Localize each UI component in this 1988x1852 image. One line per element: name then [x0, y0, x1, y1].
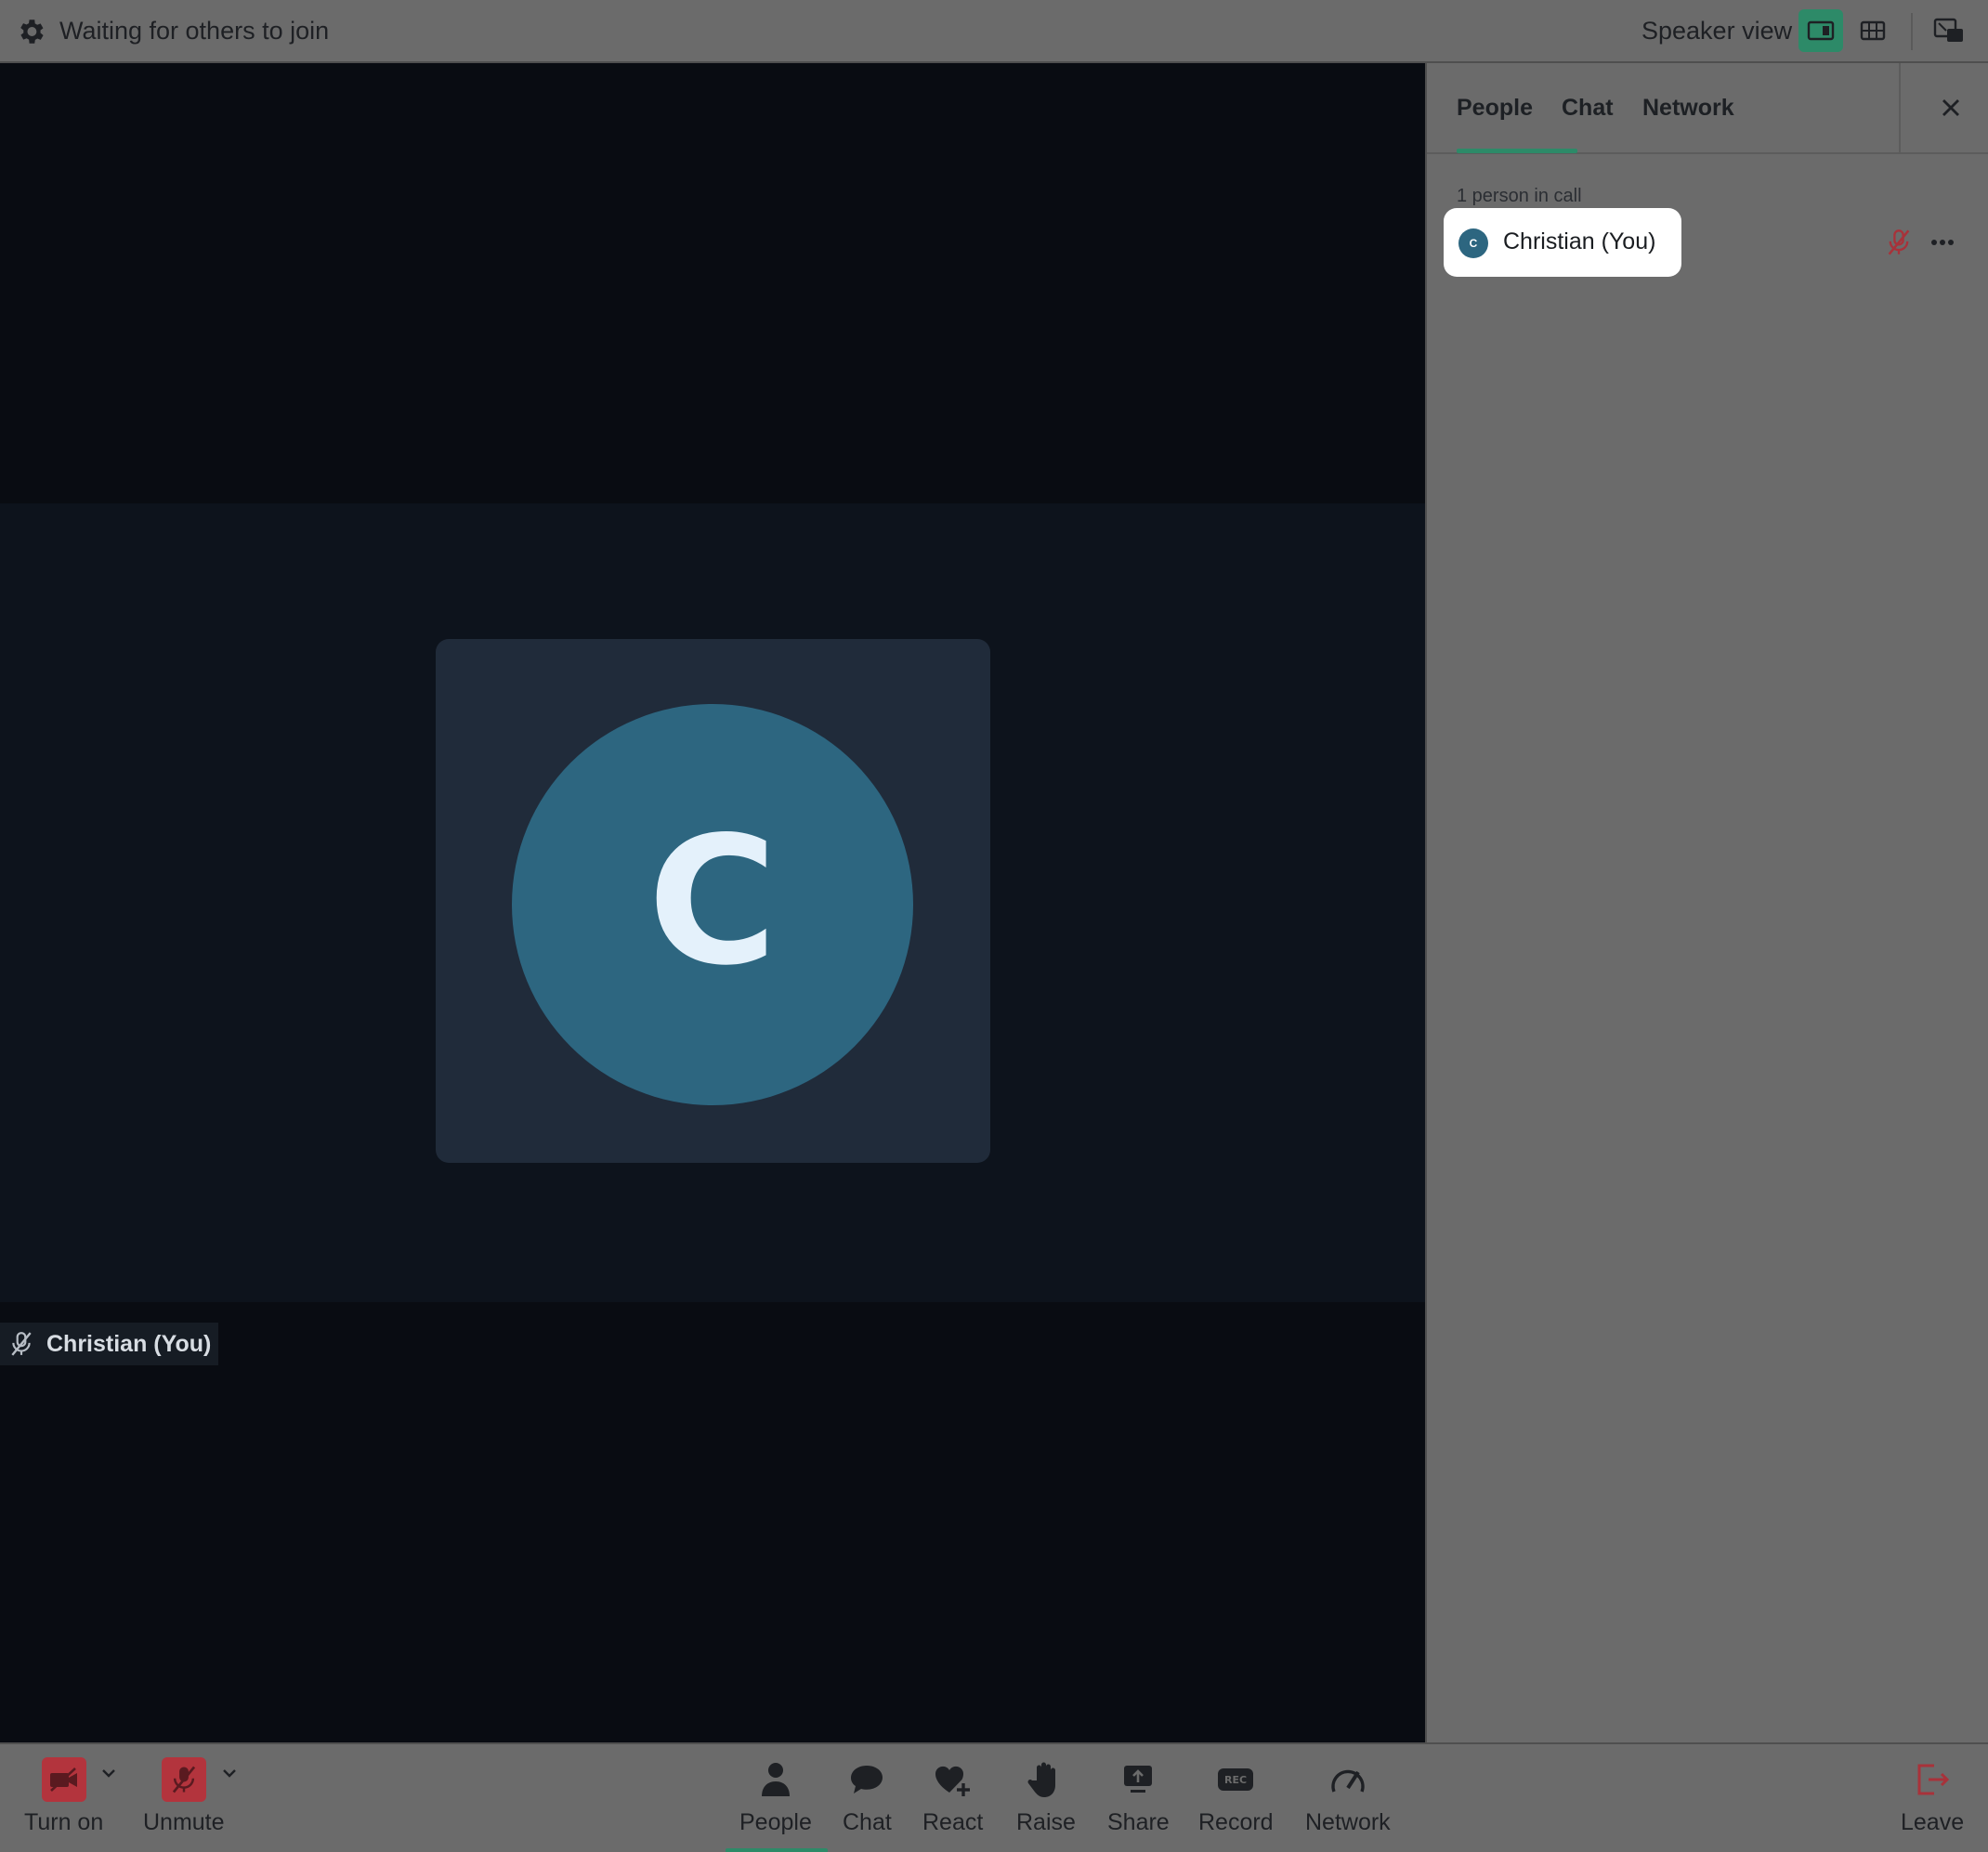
mic-label: Unmute	[143, 1809, 225, 1835]
rec-icon: REC	[1211, 1755, 1260, 1804]
control-bar: Turn on Unmute People Chat React Raise S…	[0, 1742, 1988, 1852]
panel-divider	[1899, 63, 1901, 154]
view-mode-label: Speaker view	[1641, 17, 1793, 45]
mic-off-icon	[161, 1757, 206, 1802]
chevron-down-icon[interactable]	[219, 1763, 240, 1783]
mic-off-icon	[1886, 228, 1912, 256]
record-label: Record	[1198, 1809, 1274, 1835]
tab-chat[interactable]: Chat	[1562, 95, 1614, 122]
leave-label: Leave	[1901, 1809, 1965, 1835]
participant-name: Christian (You)	[46, 1330, 212, 1357]
top-bar: Waiting for others to join Speaker view	[0, 0, 1988, 63]
participant-name-tag: Christian (You)	[0, 1323, 219, 1365]
leave-button[interactable]: Leave	[1901, 1755, 1964, 1836]
toolbar-divider	[1911, 13, 1913, 50]
avatar-card: C	[436, 639, 990, 1163]
leave-icon	[1908, 1755, 1956, 1804]
raise-hand-button[interactable]: Raise	[1016, 1755, 1076, 1836]
video-stage: C Christian (You)	[0, 63, 1425, 1742]
tab-people[interactable]: People	[1457, 95, 1533, 122]
screen-share-icon	[1114, 1755, 1162, 1804]
more-options-icon[interactable]	[1929, 228, 1956, 256]
call-status: Waiting for others to join	[59, 17, 330, 45]
avatar-initial: C	[647, 799, 778, 1004]
speedometer-icon	[1324, 1755, 1372, 1804]
gear-icon[interactable]	[15, 16, 46, 47]
people-panel: People Chat Network 1 person in call C C…	[1425, 63, 1988, 1742]
picture-in-picture-button[interactable]	[1927, 9, 1971, 52]
participant-tile: C Christian (You)	[0, 503, 1425, 1365]
tab-network[interactable]: Network	[1642, 95, 1734, 122]
share-label: Share	[1107, 1809, 1170, 1835]
speaker-view-button[interactable]	[1798, 9, 1843, 52]
camera-label: Turn on	[24, 1809, 104, 1835]
chat-button[interactable]: Chat	[843, 1755, 892, 1836]
camera-off-icon	[41, 1757, 86, 1802]
chat-bubble-icon	[843, 1755, 891, 1804]
raise-label: Raise	[1016, 1809, 1076, 1835]
grid-view-button[interactable]	[1851, 9, 1895, 52]
mic-button[interactable]: Unmute	[143, 1755, 225, 1836]
chevron-down-icon[interactable]	[98, 1763, 119, 1783]
people-label: People	[739, 1809, 812, 1835]
hand-icon	[1022, 1755, 1070, 1804]
share-button[interactable]: Share	[1107, 1755, 1170, 1836]
heart-plus-icon	[929, 1755, 977, 1804]
network-button[interactable]: Network	[1305, 1755, 1391, 1836]
avatar: C	[1458, 228, 1488, 258]
network-label: Network	[1305, 1809, 1391, 1835]
react-button[interactable]: React	[922, 1755, 983, 1836]
chat-label: Chat	[843, 1809, 892, 1835]
svg-text:REC: REC	[1224, 1774, 1247, 1786]
panel-tabs: People Chat Network	[1427, 63, 1988, 154]
participant-count: 1 person in call	[1457, 186, 1582, 206]
close-icon[interactable]	[1936, 93, 1966, 123]
react-label: React	[922, 1809, 984, 1835]
person-icon	[752, 1755, 800, 1804]
camera-button[interactable]: Turn on	[24, 1755, 103, 1836]
active-tab-indicator	[1457, 149, 1577, 153]
avatar: C	[512, 704, 913, 1105]
active-control-indicator	[726, 1848, 828, 1852]
mic-off-icon	[11, 1332, 32, 1356]
participant-name: Christian (You)	[1503, 228, 1656, 254]
people-button[interactable]: People	[739, 1755, 812, 1836]
participant-row[interactable]: C Christian (You)	[1444, 208, 1681, 277]
record-button[interactable]: REC Record	[1198, 1755, 1274, 1836]
